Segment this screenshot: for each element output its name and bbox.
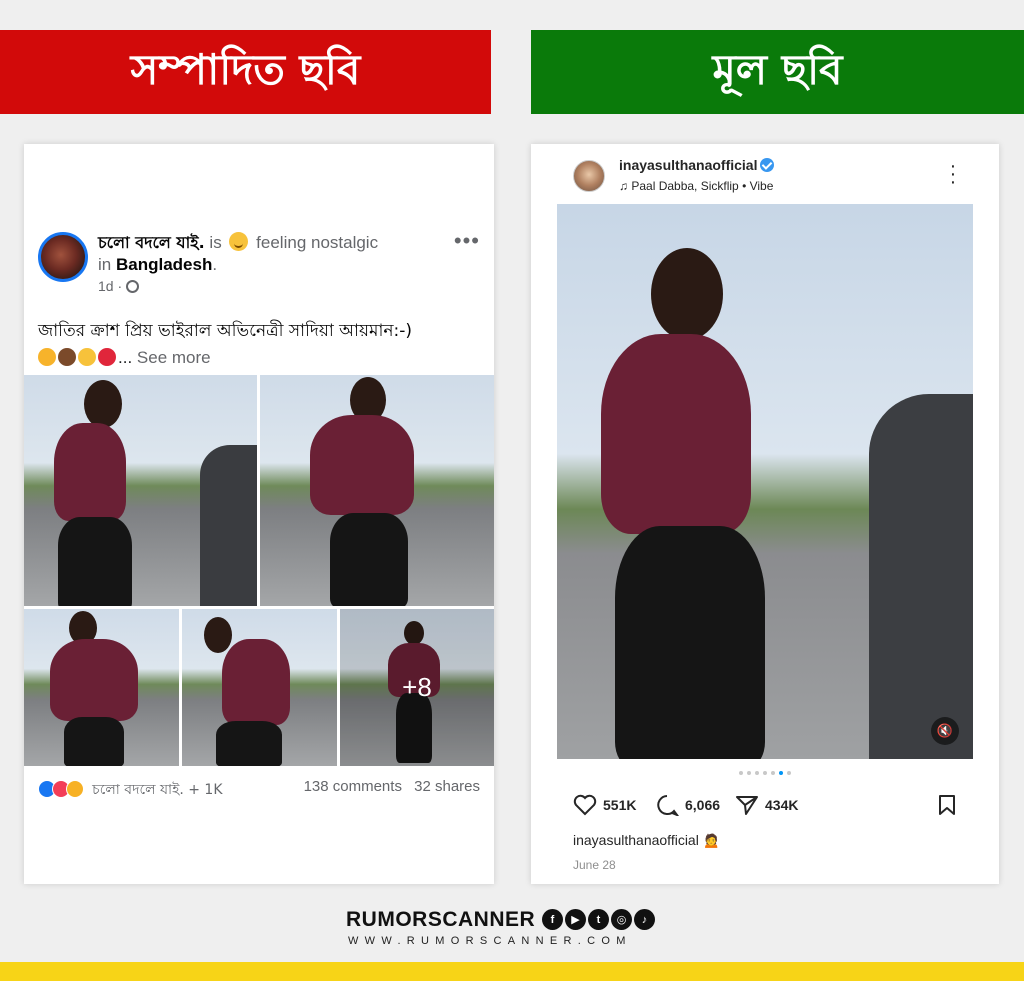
instagram-icon[interactable]: ◎ (611, 909, 632, 930)
facebook-post-card: চলো বদলে যাই. is feeling nostalgic in Ba… (24, 144, 494, 884)
see-more-link[interactable]: See more (137, 348, 211, 367)
original-photo-banner: মূল ছবি (531, 30, 1024, 114)
comment-button[interactable]: 6,066 (655, 794, 720, 816)
send-icon (736, 796, 758, 815)
youtube-icon[interactable]: ▶ (565, 909, 586, 930)
emoji-ellipsis: ... (118, 348, 133, 367)
shares-count[interactable]: 32 shares (414, 778, 480, 795)
tiktok-icon[interactable]: ♪ (634, 909, 655, 930)
share-button[interactable]: 434K (735, 794, 798, 816)
shares-count: 434K (765, 797, 799, 813)
post-photo-2[interactable] (260, 375, 494, 606)
car (869, 394, 973, 759)
post-location-line: in Bangladesh. (98, 254, 217, 276)
mute-icon[interactable]: 🔇 (931, 717, 959, 745)
twitter-icon[interactable]: t (588, 909, 609, 930)
music-icon: ♫ (619, 179, 628, 193)
feeling-emoji-icon (229, 232, 249, 251)
is-word: is (209, 233, 222, 252)
in-word: in (98, 255, 112, 274)
post-author-line: চলো বদলে যাই. is feeling nostalgic (98, 232, 378, 254)
instagram-action-bar: 551K 6,066 434K (573, 794, 957, 820)
caption-emoji: 🙍 (702, 832, 721, 848)
post-timestamp: 1d · (98, 278, 140, 294)
post-photo-1[interactable] (24, 375, 257, 606)
post-engagement-bar: চলো বদলে যাই. + 1K 138 comments 32 share… (38, 778, 480, 800)
location-link[interactable]: Bangladesh (116, 255, 212, 274)
post-text: জাতির ক্রাশ প্রিয় ভাইরাল অভিনেত্রী সাদি… (38, 321, 413, 341)
profile-avatar[interactable] (573, 160, 605, 192)
likes-count: 551K (603, 797, 637, 813)
comment-icon (657, 795, 679, 816)
edited-photo-banner: সম্পাদিত ছবি (0, 30, 491, 114)
smiling-hearts-emoji-icon (38, 348, 56, 366)
instagram-post-card: inayasulthanaofficial ♫ Paal Dabba, Sick… (531, 144, 999, 884)
post-photo-4[interactable] (182, 609, 337, 766)
social-icons: f ▶ t ◎ ♪ (542, 909, 655, 930)
facebook-icon[interactable]: f (542, 909, 563, 930)
bookmark-icon (939, 795, 955, 815)
post-time[interactable]: 1d · (98, 278, 122, 294)
like-button[interactable]: 551K (573, 794, 636, 816)
facebook-post-header: চলো বদলে যাই. is feeling nostalgic in Ba… (38, 230, 480, 294)
music-line[interactable]: ♫ Paal Dabba, Sickflip • Vibe (619, 179, 773, 193)
post-emoji-line: ... See more (38, 344, 211, 372)
brown-heart-emoji-icon (58, 348, 76, 366)
reactions-summary[interactable]: চলো বদলে যাই. + 1K (92, 782, 222, 798)
caption-username[interactable]: inayasulthanaofficial (573, 832, 699, 848)
comments-count[interactable]: 138 comments (304, 778, 402, 795)
hundred-emoji-icon (98, 348, 116, 366)
location-period: . (212, 255, 218, 274)
bottom-color-bar (0, 962, 1024, 981)
page-name[interactable]: চলো বদলে যাই. (98, 233, 205, 252)
wow-reaction-icon (66, 780, 84, 798)
brand-url[interactable]: WWW.RUMORSCANNER.COM (348, 935, 632, 947)
more-photos-count[interactable]: +8 (340, 609, 494, 766)
comments-count: 6,066 (685, 797, 721, 813)
post-username-line: inayasulthanaofficial (619, 157, 775, 173)
music-title: Paal Dabba, Sickflip • Vibe (631, 179, 774, 193)
instagram-post-photo[interactable]: 🔇 (557, 204, 973, 759)
save-button[interactable] (937, 794, 957, 816)
feeling-text: feeling nostalgic (256, 233, 379, 252)
post-photo-3[interactable] (24, 609, 179, 766)
post-photo-5[interactable]: +8 (340, 609, 494, 766)
thumbs-up-emoji-icon (78, 348, 96, 366)
brand-name: RUMORSCANNER (346, 908, 536, 931)
more-options-icon[interactable]: ••• (454, 230, 480, 252)
carousel-indicator (531, 771, 999, 775)
verified-icon (760, 158, 775, 172)
caption-line: inayasulthanaofficial 🙍 (573, 832, 720, 849)
username[interactable]: inayasulthanaofficial (619, 157, 757, 173)
heart-icon (573, 794, 597, 816)
post-date: June 28 (573, 858, 616, 872)
page-avatar[interactable] (38, 232, 88, 282)
more-options-icon[interactable]: · · · (949, 156, 957, 192)
globe-icon (126, 280, 140, 293)
brand-footer: RUMORSCANNER f ▶ t ◎ ♪ WWW.RUMORSCANNER.… (346, 908, 666, 948)
